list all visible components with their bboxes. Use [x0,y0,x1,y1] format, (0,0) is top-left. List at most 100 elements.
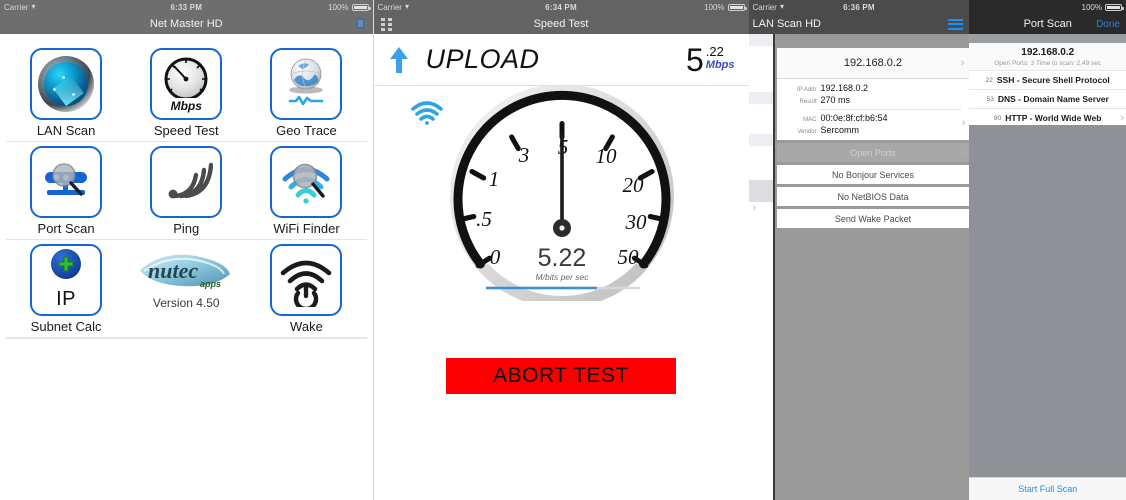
host-card[interactable]: 192.168.0.2 › [776,48,970,79]
nutec-apps-logo: nutec apps [134,244,238,294]
action-open-ports[interactable]: Open Ports › [776,143,970,162]
detail-key: IP Addr [796,87,817,93]
port-number: 53 [986,95,994,103]
up-arrow-icon [388,45,410,75]
radar-orb-icon [38,56,95,112]
app-geo-trace[interactable]: Geo Trace [246,44,366,138]
start-full-scan-button[interactable]: Start Full Scan [969,478,1126,500]
gauge-tick-5: 10 [595,144,617,168]
detail-row: MAC 00:0e:8f:cf:b6:54 [785,113,962,125]
app-speed-test[interactable]: Mbps Speed Test [126,44,246,138]
battery-percent-label: 100% [704,2,725,12]
detail-value: Sercomm [820,124,860,135]
status-time: 6:36 PM [843,2,875,12]
reading-decimal: .22 [705,43,724,59]
gauge-tick-8: 50 [617,245,639,269]
status-right: 100% [328,3,371,12]
gauge-tick-3: 3 [517,143,529,167]
multi-panel-screenshot: Carrier ▾ 6:33 PM 100% Net Master HD LAN… [0,0,1126,500]
magnifier-server-icon [37,156,95,208]
detail-value: 270 ms [820,94,851,105]
detail-row: Vendor Sercomm [785,125,962,137]
done-button[interactable]: Done [1096,19,1120,30]
port-number: 22 [985,76,993,84]
empty-list-area [969,125,1126,478]
action-send-wake-packet[interactable]: Send Wake Packet [776,209,970,228]
app-wifi-finder[interactable]: WiFi Finder [246,142,366,236]
tile-frame [150,146,223,218]
app-label: WiFi Finder [273,221,340,236]
app-grid-row: Port Scan Ping WiFi Finder [6,142,367,240]
page-title: Net Master HD [149,18,223,30]
ping-waves-icon [159,156,214,208]
tile-frame [270,146,343,218]
list-hamburger-icon[interactable] [948,18,964,30]
battery-icon [351,3,371,11]
detail-row: IP Addr 192.168.0.2 [785,83,962,95]
status-bar: Carrier ▾ 6:34 PM 100% [373,0,749,14]
speedometer-unit-label: Mbps [170,99,202,113]
port-number: 80 [993,114,1002,122]
status-bar: 100% [969,0,1126,14]
port-scan-content: 192.168.0.2 Open Ports: 3 Time to scan: … [969,34,1126,500]
port-name: DNS - Domain Name Server [997,94,1109,104]
gauge-center-unit: M/bits per sec [535,272,589,282]
app-wake[interactable]: Wake [246,240,366,334]
ip-text-label: IP [56,288,77,310]
detail-value: 00:0e:8f:cf:b6:54 [820,113,888,123]
gauge-tick-6: 20 [622,173,644,197]
gauge-tick-7: 30 [624,210,647,234]
app-grid-row: LAN Scan Mbps Speed Test Geo Trace [6,44,367,142]
navigation-bar: Speed Test [373,14,749,34]
panel-port-scan: 100% Port Scan Done 192.168.0.2 Open Por… [969,0,1126,500]
chevron-right-icon: › [1120,112,1124,124]
action-label: No Bonjour Services [831,169,914,180]
abort-test-button[interactable]: ABORT TEST [446,358,677,394]
divider [6,338,367,339]
app-lan-scan[interactable]: LAN Scan [6,44,126,138]
divider [818,109,962,110]
app-label: LAN Scan [36,123,96,138]
speed-gauge: 0 .5 1 3 5 10 20 30 50 5.22 [374,84,750,308]
port-name: HTTP - World Wide Web [1005,113,1102,123]
host-ip-label: 192.168.0.2 [843,57,903,69]
app-grid: LAN Scan Mbps Speed Test Geo Trace Port … [0,34,373,500]
port-row[interactable]: 53 DNS - Domain Name Server [969,89,1126,108]
app-label: Subnet Calc [30,319,102,334]
page-title: Speed Test [533,18,589,30]
action-label: Send Wake Packet [834,213,912,224]
chevron-right-icon: › [961,116,966,129]
app-subnet-calc[interactable]: IP Subnet Calc [6,240,126,334]
status-time: 6:34 PM [545,2,577,12]
action-bonjour-services[interactable]: No Bonjour Services [776,165,970,184]
port-name: SSH - Secure Shell Protocol [996,75,1110,85]
status-bar: Carrier ▾ 6:33 PM 100% [0,0,373,14]
scan-stats-label: Open Ports: 3 Time to scan: 2.49 sec [994,60,1102,67]
info-icon[interactable] [354,16,367,33]
app-grid-row: IP Subnet Calc nutec apps Version 4.50 W… [6,240,367,338]
tile-frame [30,146,103,218]
app-label: Port Scan [37,221,95,236]
gauge-tick-1: .5 [476,207,492,231]
host-details[interactable]: IP Addr 192.168.0.2 Result 270 ms MAC 00… [776,79,970,140]
port-row[interactable]: 22 SSH - Secure Shell Protocol [969,70,1126,89]
speedometer-icon: Mbps [157,54,215,114]
content-gap [776,34,970,48]
wifi-signal-icon [410,100,444,126]
detail-key: Vendor [797,128,817,135]
action-label: No NetBIOS Data [837,191,909,202]
reading-whole: 5 [685,41,704,78]
reading-unit: Mbps [705,58,735,71]
tile-frame [30,48,103,120]
status-time: 6:33 PM [170,2,203,12]
app-ping[interactable]: Ping [126,142,246,236]
action-netbios-data[interactable]: No NetBIOS Data [776,187,970,206]
battery-percent-label: 100% [1081,2,1102,12]
svg-text:nutec: nutec [148,258,198,283]
globe-trace-icon [277,54,335,114]
panel-speed-test: Carrier ▾ 6:34 PM 100% Speed Test UPLOAD… [372,0,750,500]
detail-value: 192.168.0.2 [820,83,869,93]
grid-apps-icon[interactable] [380,18,394,31]
host-ip-row[interactable]: 192.168.0.2 › [776,48,970,78]
app-port-scan[interactable]: Port Scan [6,142,126,236]
